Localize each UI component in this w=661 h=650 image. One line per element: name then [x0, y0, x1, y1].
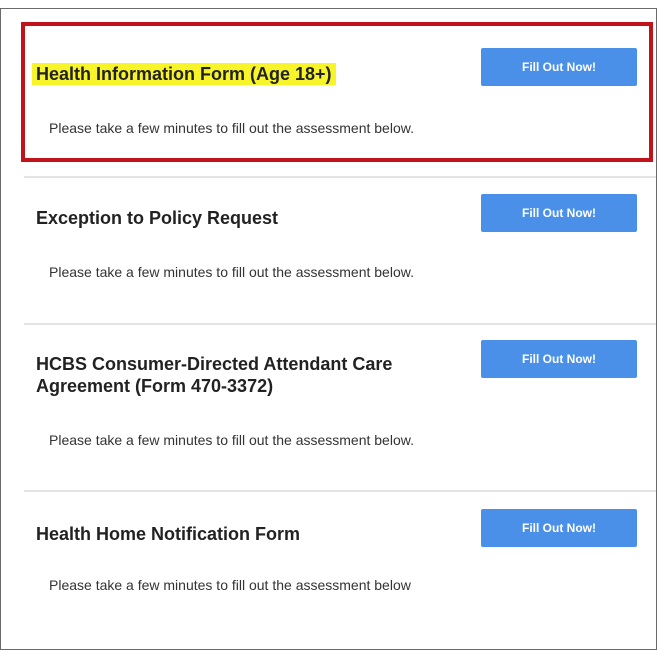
form-card-exception-to-policy: Exception to Policy Request Fill Out Now…: [24, 178, 656, 322]
form-description: Please take a few minutes to fill out th…: [49, 264, 414, 280]
form-description: Please take a few minutes to fill out th…: [49, 432, 414, 448]
form-title: HCBS Consumer-Directed Attendant Care Ag…: [36, 354, 393, 396]
form-description: Please take a few minutes to fill out th…: [49, 577, 411, 593]
highlight-box: [21, 22, 653, 162]
form-card-health-home-notification: Health Home Notification Form Fill Out N…: [24, 492, 656, 633]
form-card-hcbs-consumer-directed: HCBS Consumer-Directed Attendant Care Ag…: [24, 325, 656, 489]
fill-out-now-button[interactable]: Fill Out Now!: [481, 194, 637, 232]
form-title: Exception to Policy Request: [36, 208, 279, 228]
form-title: Health Home Notification Form: [36, 524, 301, 544]
fill-out-now-button[interactable]: Fill Out Now!: [481, 340, 637, 378]
fill-out-now-button[interactable]: Fill Out Now!: [481, 509, 637, 547]
